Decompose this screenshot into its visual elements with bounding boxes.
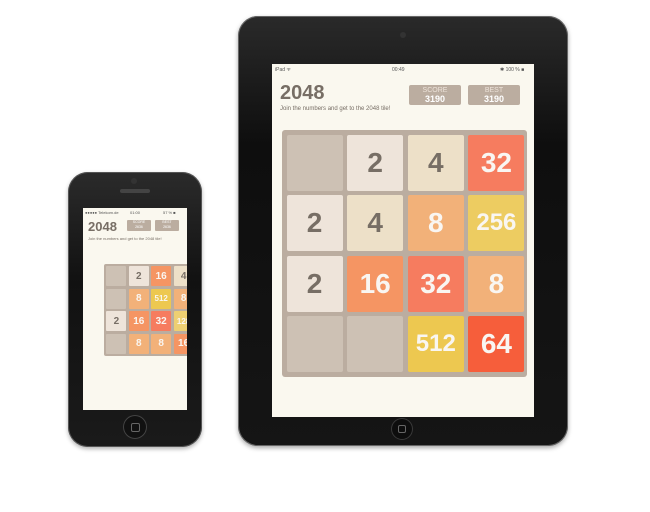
empty-cell bbox=[106, 266, 127, 287]
tile-8: 8 bbox=[151, 333, 172, 354]
phone-speaker bbox=[120, 189, 150, 193]
tile-32: 32 bbox=[407, 255, 464, 312]
tablet-screen: iPad ᯤ 00:49 ✱ 100 % ■ 2048 SCORE 3190 B… bbox=[272, 64, 534, 417]
game-board[interactable]: 2 4 32 2 4 8 256 2 16 32 8 512 64 bbox=[282, 130, 527, 377]
empty-cell bbox=[286, 134, 343, 191]
score-label: SCORE bbox=[422, 87, 448, 94]
score-value: 3190 bbox=[424, 94, 446, 104]
tile-8: 8 bbox=[128, 333, 149, 354]
score-box: SCORE 3190 bbox=[409, 85, 461, 105]
tile-2: 2 bbox=[347, 134, 404, 191]
game-board[interactable]: 216485128216321288816 bbox=[104, 264, 187, 356]
best-box: BEST 2636 bbox=[155, 220, 179, 231]
tile-32: 32 bbox=[151, 311, 172, 332]
tile-8: 8 bbox=[128, 288, 149, 309]
tile-128: 128 bbox=[173, 311, 187, 332]
status-time: 01:00 bbox=[130, 210, 141, 215]
score-box: SCORE 2636 bbox=[127, 220, 151, 231]
tablet-status-bar: iPad ᯤ 00:49 ✱ 100 % ■ bbox=[272, 64, 534, 74]
phone-status-bar: ●●●●● Telekom.de 01:00 57 % ■ bbox=[83, 208, 187, 216]
phone-camera bbox=[131, 178, 137, 184]
tile-16: 16 bbox=[347, 255, 404, 312]
tile-2: 2 bbox=[128, 266, 149, 287]
empty-cell bbox=[286, 316, 343, 373]
tile-512: 512 bbox=[151, 288, 172, 309]
empty-cell bbox=[347, 316, 404, 373]
tile-16: 16 bbox=[128, 311, 149, 332]
game-title: 2048 bbox=[88, 219, 117, 234]
battery-indicator: 57 % ■ bbox=[163, 210, 176, 215]
tile-8: 8 bbox=[468, 255, 525, 312]
tile-2: 2 bbox=[106, 311, 127, 332]
best-label: BEST bbox=[484, 87, 504, 94]
tile-16: 16 bbox=[151, 266, 172, 287]
tile-64: 64 bbox=[468, 316, 525, 373]
phone-screen: ●●●●● Telekom.de 01:00 57 % ■ 2048 SCORE… bbox=[83, 208, 187, 410]
tablet-camera bbox=[400, 32, 406, 38]
device-label: iPad ᯤ bbox=[275, 67, 291, 73]
tile-512: 512 bbox=[407, 316, 464, 373]
tile-8: 8 bbox=[173, 288, 187, 309]
best-value: 3190 bbox=[483, 94, 505, 104]
tile-32: 32 bbox=[468, 134, 525, 191]
tile-2: 2 bbox=[286, 255, 343, 312]
tile-2: 2 bbox=[286, 195, 343, 252]
score-value: 2636 bbox=[135, 224, 143, 229]
empty-cell bbox=[106, 333, 127, 354]
tile-8: 8 bbox=[407, 195, 464, 252]
game-title: 2048 bbox=[280, 82, 325, 104]
home-button[interactable] bbox=[123, 415, 147, 439]
carrier-label: ●●●●● Telekom.de bbox=[85, 210, 119, 215]
tile-4: 4 bbox=[347, 195, 404, 252]
tile-256: 256 bbox=[468, 195, 525, 252]
tile-16: 16 bbox=[173, 333, 187, 354]
status-time: 00:49 bbox=[392, 67, 405, 73]
tile-4: 4 bbox=[173, 266, 187, 287]
iphone-device: ●●●●● Telekom.de 01:00 57 % ■ 2048 SCORE… bbox=[68, 172, 202, 447]
empty-cell bbox=[106, 288, 127, 309]
battery-indicator: ✱ 100 % ■ bbox=[500, 67, 525, 73]
tile-4: 4 bbox=[407, 134, 464, 191]
best-value: 2636 bbox=[163, 224, 171, 229]
game-subtitle: Join the numbers and get to the 2048 til… bbox=[88, 236, 162, 241]
game-subtitle: Join the numbers and get to the 2048 til… bbox=[280, 106, 391, 112]
home-button[interactable] bbox=[391, 418, 413, 440]
ipad-device: iPad ᯤ 00:49 ✱ 100 % ■ 2048 SCORE 3190 B… bbox=[238, 16, 568, 446]
best-box: BEST 3190 bbox=[468, 85, 520, 105]
